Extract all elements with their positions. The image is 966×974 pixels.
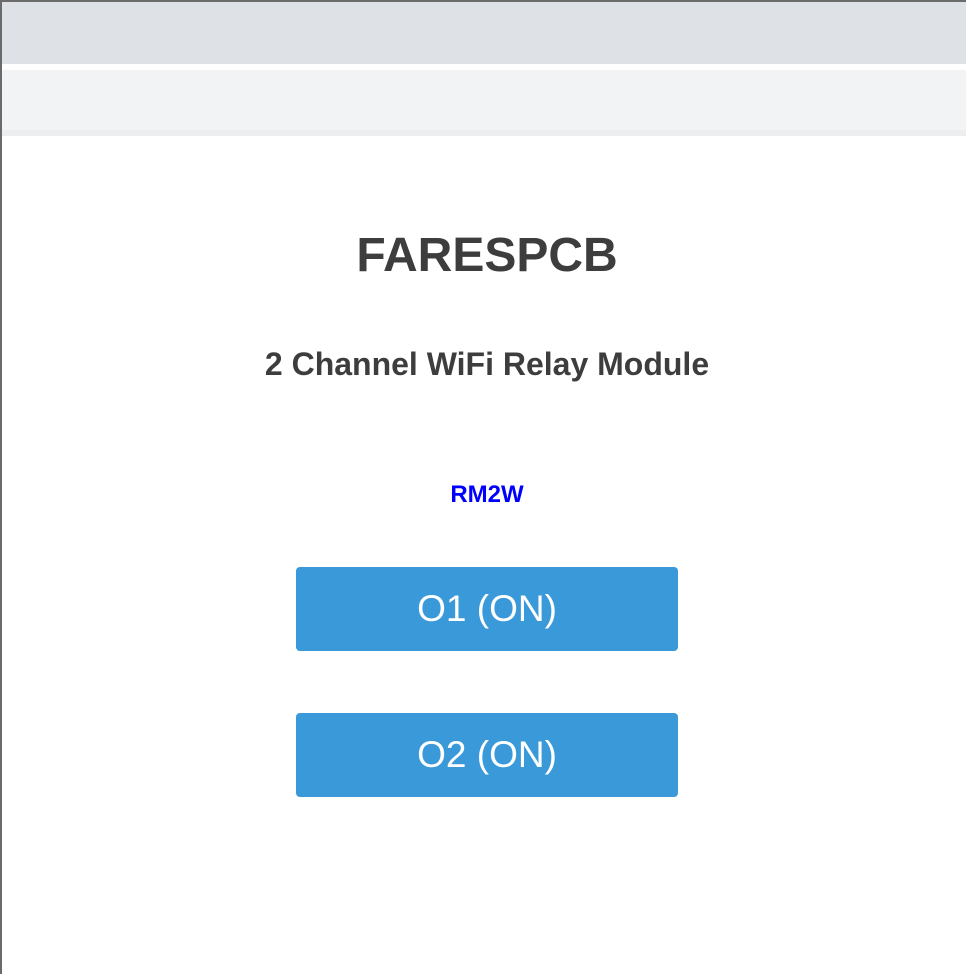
page-subtitle: 2 Channel WiFi Relay Module xyxy=(264,346,710,382)
page-content: FARESPCB 2 Channel WiFi Relay Module RM2… xyxy=(2,136,966,974)
relay-1-toggle-button[interactable]: O1 (ON) xyxy=(296,567,678,651)
model-label: RM2W xyxy=(450,481,524,508)
relay-2-toggle-button[interactable]: O2 (ON) xyxy=(296,713,678,797)
browser-window: FARESPCB 2 Channel WiFi Relay Module RM2… xyxy=(0,0,966,974)
browser-tab-strip xyxy=(2,2,966,64)
browser-toolbar xyxy=(2,70,966,136)
page-title: FARESPCB xyxy=(356,229,618,282)
